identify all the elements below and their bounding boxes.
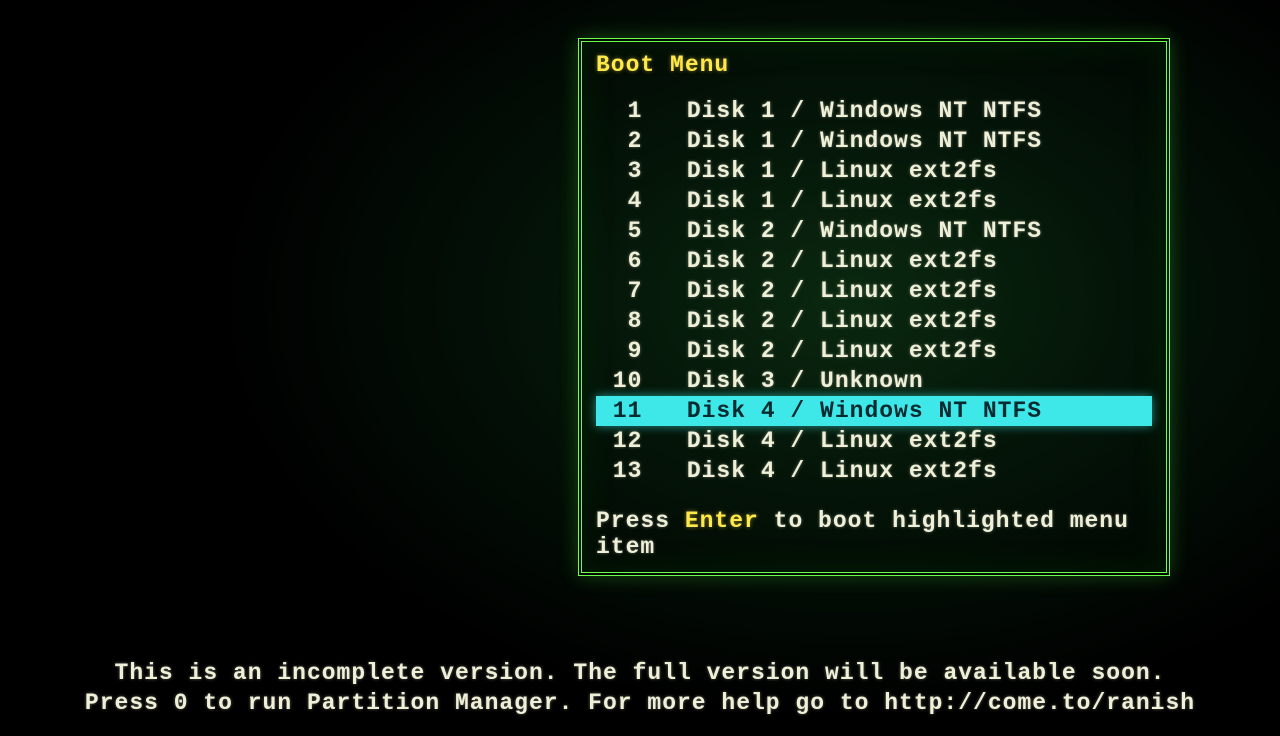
footer-line-1: This is an incomplete version. The full …	[0, 658, 1280, 688]
boot-menu-item[interactable]: 3 Disk 1 / Linux ext2fs	[596, 156, 1152, 186]
boot-menu-item[interactable]: 5 Disk 2 / Windows NT NTFS	[596, 216, 1152, 246]
boot-menu-item[interactable]: 11 Disk 4 / Windows NT NTFS	[596, 396, 1152, 426]
boot-menu-items: 1 Disk 1 / Windows NT NTFS 2 Disk 1 / Wi…	[596, 96, 1152, 486]
boot-menu-item[interactable]: 2 Disk 1 / Windows NT NTFS	[596, 126, 1152, 156]
boot-menu-item[interactable]: 7 Disk 2 / Linux ext2fs	[596, 276, 1152, 306]
boot-menu-item[interactable]: 4 Disk 1 / Linux ext2fs	[596, 186, 1152, 216]
boot-menu-item[interactable]: 12 Disk 4 / Linux ext2fs	[596, 426, 1152, 456]
boot-menu-item[interactable]: 9 Disk 2 / Linux ext2fs	[596, 336, 1152, 366]
boot-menu-item[interactable]: 6 Disk 2 / Linux ext2fs	[596, 246, 1152, 276]
boot-menu-item[interactable]: 8 Disk 2 / Linux ext2fs	[596, 306, 1152, 336]
boot-menu-box: Boot Menu 1 Disk 1 / Windows NT NTFS 2 D…	[578, 38, 1170, 576]
boot-hint: Press Enter to boot highlighted menu ite…	[596, 508, 1152, 560]
boot-menu-title: Boot Menu	[596, 52, 1152, 78]
boot-hint-pre: Press	[596, 508, 685, 534]
footer-line-2: Press 0 to run Partition Manager. For mo…	[0, 688, 1280, 718]
boot-menu-item[interactable]: 1 Disk 1 / Windows NT NTFS	[596, 96, 1152, 126]
boot-menu-item[interactable]: 13 Disk 4 / Linux ext2fs	[596, 456, 1152, 486]
footer-notice: This is an incomplete version. The full …	[0, 658, 1280, 718]
boot-hint-key: Enter	[685, 508, 759, 534]
boot-menu-item[interactable]: 10 Disk 3 / Unknown	[596, 366, 1152, 396]
